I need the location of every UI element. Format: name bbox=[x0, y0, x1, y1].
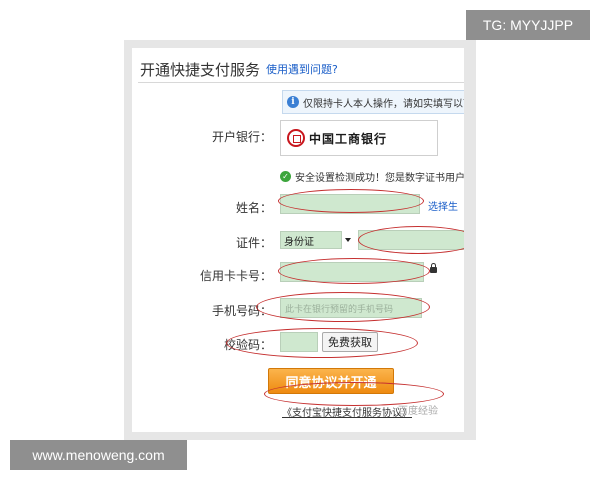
submit-button[interactable]: 同意协议并开通 bbox=[268, 368, 394, 394]
notice-text: 仅限持卡人本人操作，请如实填写以下 bbox=[303, 98, 464, 110]
name-input[interactable] bbox=[280, 194, 420, 214]
phone-input[interactable]: 此卡在银行预留的手机号码 bbox=[280, 298, 422, 318]
icbc-logo-icon bbox=[287, 129, 305, 147]
get-code-button[interactable]: 免费获取 bbox=[322, 332, 378, 352]
verify-text: 安全设置检测成功！您是数字证书用户, bbox=[295, 172, 464, 184]
info-icon: i bbox=[287, 96, 299, 108]
watermark-top-right: TG: MYYJJPP bbox=[466, 10, 590, 40]
verify-status: ✓ 安全设置检测成功！您是数字证书用户, bbox=[280, 168, 464, 184]
chevron-down-icon[interactable] bbox=[345, 238, 351, 242]
notice-banner: i 仅限持卡人本人操作，请如实填写以下 bbox=[282, 90, 464, 114]
baidu-watermark: 百度经验 bbox=[398, 406, 438, 417]
bank-label: 开户银行： bbox=[211, 130, 272, 144]
code-label: 校验码： bbox=[223, 338, 272, 352]
check-icon: ✓ bbox=[280, 170, 291, 182]
lock-icon bbox=[430, 263, 437, 273]
divider bbox=[138, 82, 464, 83]
help-link[interactable]: 使用遇到问题? bbox=[266, 61, 338, 77]
id-label: 证件： bbox=[235, 236, 272, 250]
payment-panel: 开通快捷支付服务 使用遇到问题? i 仅限持卡人本人操作，请如实填写以下 开户银… bbox=[132, 48, 464, 432]
phone-label: 手机号码： bbox=[211, 304, 272, 318]
id-type-select[interactable]: 身份证 bbox=[280, 231, 342, 249]
card-number-input[interactable] bbox=[280, 262, 424, 282]
header: 开通快捷支付服务 使用遇到问题? bbox=[140, 58, 464, 80]
bank-display: 中国工商银行 bbox=[280, 120, 438, 156]
id-number-input[interactable] bbox=[358, 230, 464, 250]
page-title: 开通快捷支付服务 bbox=[140, 60, 261, 79]
card-label: 信用卡卡号： bbox=[199, 269, 272, 283]
agreement-link[interactable]: 《支付宝快捷支付服务协议》 bbox=[282, 408, 412, 419]
name-label: 姓名： bbox=[235, 201, 272, 215]
choose-link[interactable]: 选择生 bbox=[428, 198, 458, 213]
code-input[interactable] bbox=[280, 332, 318, 352]
watermark-bottom-left: www.menoweng.com bbox=[10, 440, 187, 470]
bank-name: 中国工商银行 bbox=[309, 131, 388, 146]
id-type-value: 身份证 bbox=[284, 236, 314, 248]
